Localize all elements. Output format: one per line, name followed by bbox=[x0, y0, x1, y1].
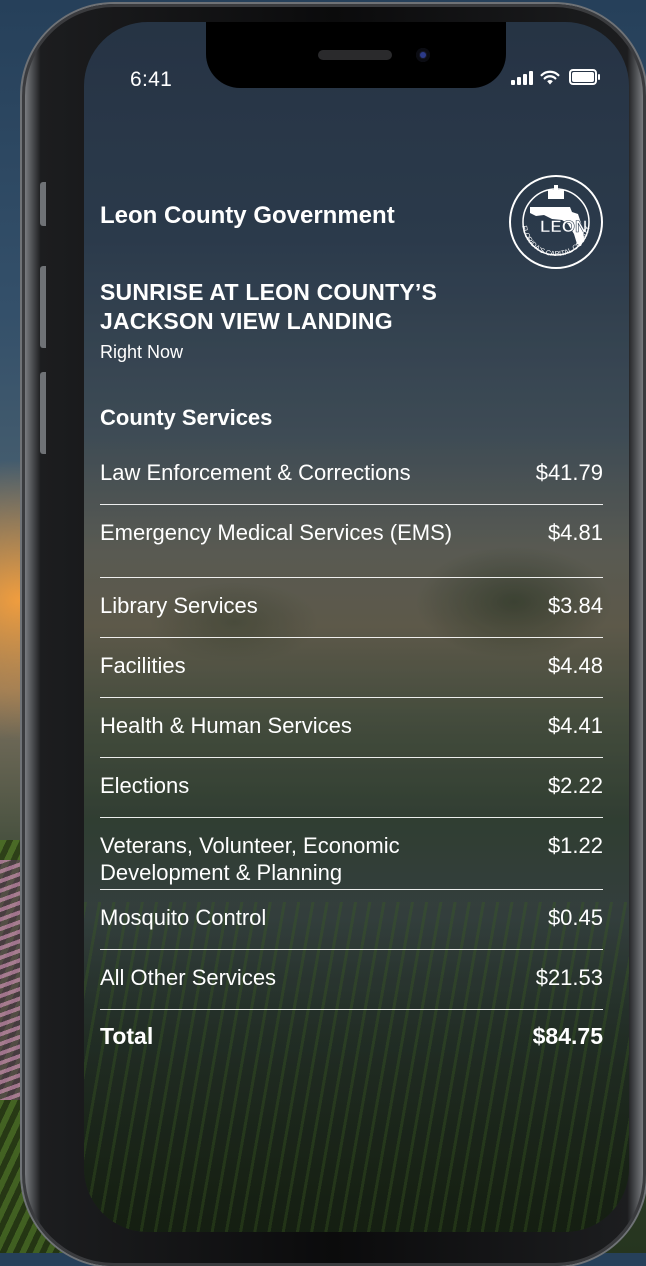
service-row-other: All Other Services $21.53 bbox=[100, 950, 603, 1010]
status-time: 6:41 bbox=[130, 68, 173, 91]
headline: SUNRISE AT LEON COUNTY’S JACKSON VIEW LA… bbox=[100, 279, 438, 334]
total-label: Total bbox=[100, 1023, 154, 1049]
service-amount: $41.79 bbox=[535, 460, 603, 485]
org-name: Leon County Government bbox=[100, 202, 395, 229]
total-amount: $84.75 bbox=[532, 1023, 603, 1049]
leon-county-seal-icon: LEON FLORIDA'S CAPITAL COUNTY bbox=[509, 175, 603, 269]
battery-icon bbox=[569, 69, 600, 85]
service-label: Mosquito Control bbox=[100, 905, 267, 930]
service-row-ems: Emergency Medical Services (EMS) $4.81 bbox=[100, 505, 603, 578]
signal-icon bbox=[511, 71, 533, 85]
subhead: Right Now bbox=[100, 342, 184, 362]
service-amount: $4.48 bbox=[547, 653, 603, 678]
service-amount: $2.22 bbox=[547, 773, 603, 798]
service-label: Veterans, Volunteer, Economic Developmen… bbox=[100, 833, 400, 885]
service-label: All Other Services bbox=[100, 965, 277, 990]
service-amount: $4.41 bbox=[547, 713, 603, 738]
mute-switch bbox=[40, 182, 46, 226]
service-row-mosquito: Mosquito Control $0.45 bbox=[100, 890, 603, 950]
phone-screen: 6:41 Leon County Government LEON FLORIDA… bbox=[84, 22, 629, 1232]
seal-center-text: LEON bbox=[540, 217, 587, 236]
service-list: Law Enforcement & Corrections $41.79 Eme… bbox=[100, 445, 603, 1050]
service-amount: $1.22 bbox=[547, 833, 603, 858]
service-row-library: Library Services $3.84 bbox=[100, 578, 603, 638]
front-camera bbox=[416, 48, 430, 62]
section-title: County Services bbox=[100, 405, 273, 430]
status-icons bbox=[511, 69, 600, 85]
service-amount: $4.81 bbox=[547, 520, 603, 545]
service-row-facilities: Facilities $4.48 bbox=[100, 638, 603, 698]
volume-up-button bbox=[40, 266, 46, 348]
service-row-veterans: Veterans, Volunteer, Economic Developmen… bbox=[100, 818, 603, 890]
service-label: Library Services bbox=[100, 593, 258, 618]
service-amount: $0.45 bbox=[547, 905, 603, 930]
service-label: Law Enforcement & Corrections bbox=[100, 460, 411, 485]
speaker-grille bbox=[318, 50, 392, 60]
service-label: Elections bbox=[100, 773, 190, 798]
service-label: Emergency Medical Services (EMS) bbox=[100, 520, 453, 545]
service-row-elections: Elections $2.22 bbox=[100, 758, 603, 818]
wifi-icon bbox=[540, 70, 560, 85]
service-label: Health & Human Services bbox=[100, 713, 352, 738]
notch bbox=[206, 22, 506, 88]
service-row-health: Health & Human Services $4.41 bbox=[100, 698, 603, 758]
service-amount: $3.84 bbox=[547, 593, 603, 618]
service-row-law-enforcement: Law Enforcement & Corrections $41.79 bbox=[100, 445, 603, 505]
phone-frame: 6:41 Leon County Government LEON FLORIDA… bbox=[22, 4, 646, 1266]
total-row: Total $84.75 bbox=[100, 1010, 603, 1050]
service-amount: $21.53 bbox=[535, 965, 603, 990]
volume-down-button bbox=[40, 372, 46, 454]
service-label: Facilities bbox=[100, 653, 186, 678]
